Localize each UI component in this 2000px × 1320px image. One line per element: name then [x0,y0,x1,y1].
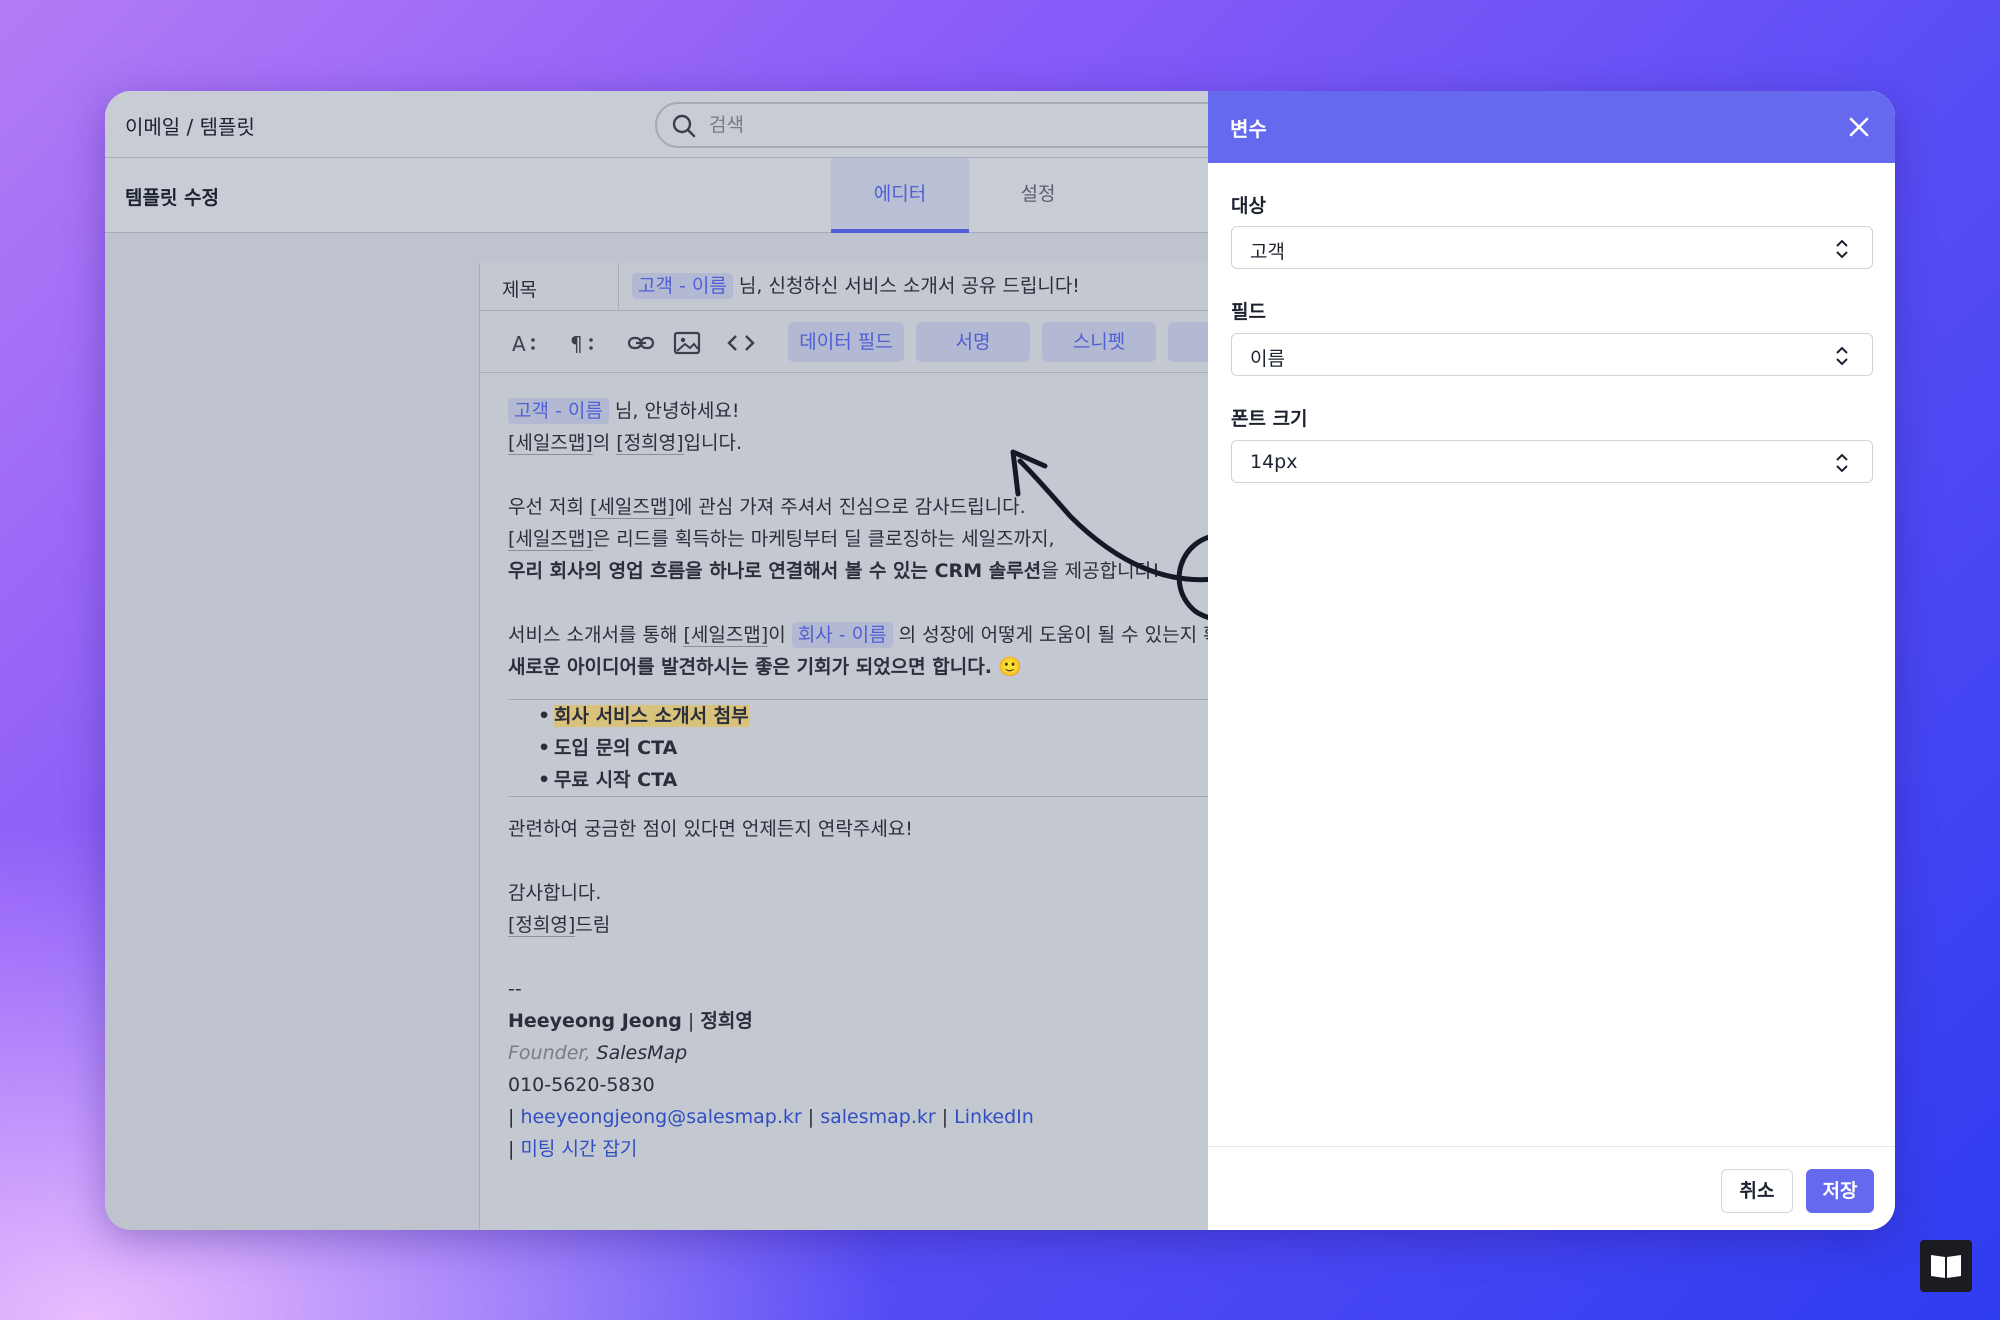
text: | [508,1106,521,1128]
target-label: 대상 [1231,195,1266,217]
text: 우선 저희 [508,496,590,518]
text: 님, 안녕하세요! [614,400,740,422]
panel-title: 변수 [1230,117,1267,141]
emoji: 🙂 [997,656,1022,678]
text: [세일즈맵] [683,624,769,647]
text: [정희영] [508,914,576,937]
subject-field[interactable]: 고객 - 이름 님, 신청하신 서비스 소개서 공유 드립니다! [632,271,1080,299]
svg-text:¶: ¶ [570,332,583,356]
target-select[interactable]: 고객 [1231,226,1873,269]
close-icon[interactable] [1845,113,1873,141]
text: 은 리드를 획득하는 마케팅부터 딜 클로징하는 세일즈까지, [592,528,1055,550]
text: | [801,1106,821,1128]
chevron-updown-icon [1834,451,1850,479]
meeting-link[interactable]: 미팅 시간 잡기 [520,1138,637,1160]
search-input[interactable] [709,104,1209,146]
field-label: 필드 [1231,301,1266,323]
text: | [935,1106,955,1128]
text: | [508,1138,521,1160]
link-icon[interactable] [626,328,656,358]
divider [618,263,619,311]
tab-settings[interactable]: 설정 [969,158,1107,233]
select-value: 이름 [1250,348,1285,370]
breadcrumb: 이메일 / 템플릿 [125,115,255,139]
data-field-button[interactable]: 데이터 필드 [788,322,904,362]
divider [1208,1146,1895,1147]
email-link[interactable]: heeyeongjeong@salesmap.kr [520,1106,801,1128]
page-title: 템플릿 수정 [125,187,220,209]
text: | [681,1010,701,1032]
chevron-updown-icon [1834,237,1850,265]
linkedin-link[interactable]: LinkedIn [954,1106,1034,1128]
font-size-icon[interactable]: A [510,328,540,358]
text: SalesMap [596,1042,688,1064]
text: 이 [768,624,792,646]
website-link[interactable]: salesmap.kr [820,1106,935,1128]
snippet-button[interactable]: 스니펫 [1042,322,1156,362]
tab-editor[interactable]: 에디터 [831,158,969,233]
cancel-button[interactable]: 취소 [1721,1169,1793,1213]
text: 의 [592,432,617,454]
text: 에 관심 가져 주셔서 진심으로 감사드립니다. [674,496,1026,518]
subject-text: 님, 신청하신 서비스 소개서 공유 드립니다! [738,275,1080,297]
select-value: 고객 [1250,241,1285,263]
font-size-select[interactable]: 14px [1231,440,1873,483]
text: 회사 서비스 소개서 첨부 [554,705,749,727]
text: [정희영] [616,432,684,455]
search-icon [671,113,697,143]
text: Heeyeong Jeong [508,1010,682,1032]
chevron-updown-icon [1834,344,1850,372]
text: Founder, [508,1042,597,1064]
text: [세일즈맵] [508,432,593,455]
svg-text:A: A [512,332,526,356]
variable-chip[interactable]: 고객 - 이름 [508,398,609,424]
text: 새로운 아이디어를 발견하시는 좋은 기회가 되었으면 합니다. [508,656,992,678]
signature-button[interactable]: 서명 [916,322,1030,362]
text: 서비스 소개서를 통해 [508,624,684,646]
variable-panel: 변수 대상 고객 필드 이름 폰트 크기 14px 취소 저장 [1208,91,1895,1230]
book-logo-icon[interactable] [1920,1240,1972,1292]
code-icon[interactable] [726,328,756,358]
font-size-label: 폰트 크기 [1231,408,1308,430]
text: [세일즈맵] [590,496,675,519]
field-select[interactable]: 이름 [1231,333,1873,376]
text: 정희영 [700,1010,753,1032]
text: 드림 [575,914,611,936]
variable-chip[interactable]: 회사 - 이름 [791,622,893,648]
subject-label: 제목 [502,279,537,301]
variable-chip[interactable]: 고객 - 이름 [632,273,733,299]
image-icon[interactable] [672,328,702,358]
text: 입니다. [683,432,743,454]
save-button[interactable]: 저장 [1806,1169,1874,1213]
text: 우리 회사의 영업 흐름을 하나로 연결해서 볼 수 있는 CRM 솔루션 [508,560,1042,582]
paragraph-icon[interactable]: ¶ [568,328,598,358]
text: [세일즈맵] [508,528,593,551]
panel-header: 변수 [1208,91,1895,163]
select-value: 14px [1250,451,1298,473]
